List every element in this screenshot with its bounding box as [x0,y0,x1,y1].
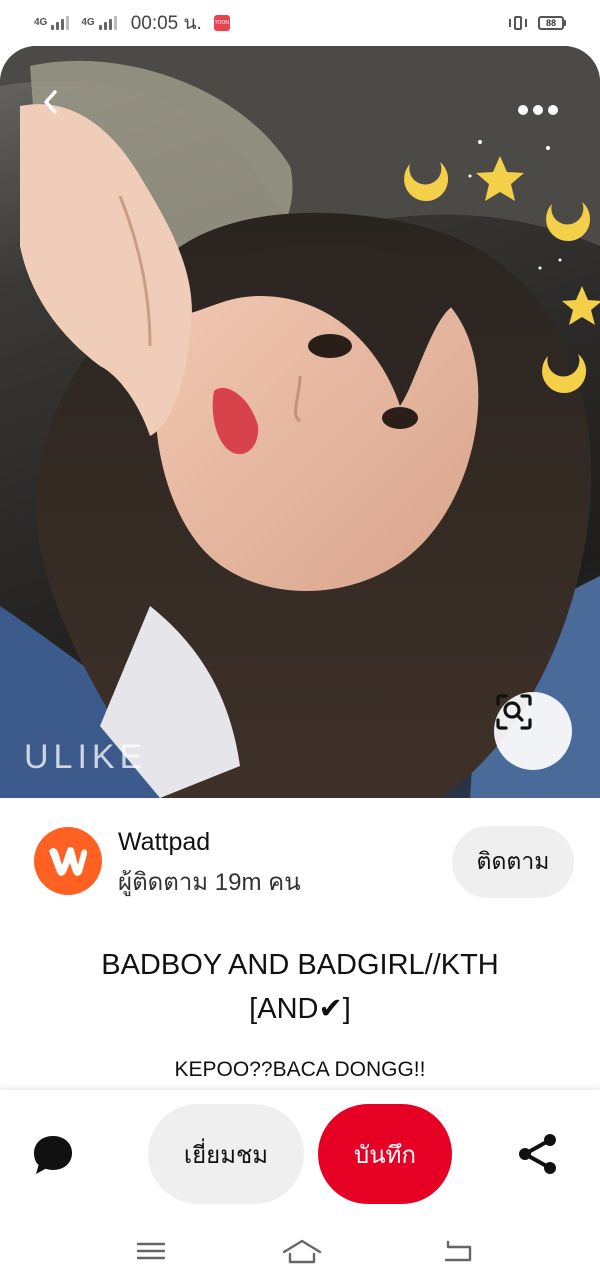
back-icon [444,1240,472,1262]
clock: 00:05 น. [130,13,202,34]
action-bar: เยี่ยมชม บันทึก [0,1090,600,1218]
signal-icon: 4G [34,16,70,30]
battery-icon: 88 [538,16,566,30]
avatar[interactable] [34,827,102,895]
pin-image[interactable]: ULIKE [0,46,600,798]
visual-search-icon [496,694,532,730]
share-button[interactable] [516,1132,560,1176]
creator-row: Wattpad ผู้ติดตาม 19m คน ติดตาม [34,826,574,898]
vibrate-icon [508,15,528,31]
battery-level: 88 [538,16,564,30]
share-icon [519,1134,556,1174]
creator-name[interactable]: Wattpad [118,828,210,857]
follow-button[interactable]: ติดตาม [452,826,574,898]
visual-search-button[interactable] [494,692,572,770]
network-label-1: 4G [34,17,48,28]
pin-description: KEPOO??BACA DONGG!! [174,1058,426,1081]
signal-icon-2: 4G [81,16,117,30]
system-nav-bar [0,1218,600,1287]
webtoon-notification-icon: TOON [213,15,230,31]
wattpad-logo-icon [49,847,88,876]
comment-button[interactable] [30,1132,76,1178]
save-button[interactable]: บันทึก [318,1104,452,1204]
menu-icon [136,1242,166,1260]
more-options-button[interactable] [512,92,564,128]
nav-menu-button[interactable] [134,1236,168,1266]
visit-button[interactable]: เยี่ยมชม [148,1104,304,1204]
pin-detail-screen: 4G 4G 00:05 น. TOON 88 ULIKE Wattpad ผู้… [0,0,600,1287]
pin-photo: ULIKE [0,46,600,798]
nav-home-button[interactable] [282,1236,322,1266]
comment-bubble-icon [34,1136,72,1174]
home-icon [282,1239,322,1264]
chevron-left-icon [44,90,57,114]
watermark-text: ULIKE [24,738,147,776]
status-bar: 4G 4G 00:05 น. TOON 88 [0,0,600,46]
creator-followers: ผู้ติดตาม 19m คน [118,869,301,896]
network-label-2: 4G [81,17,95,28]
back-button[interactable] [40,88,84,132]
pin-title: BADBOY AND BADGIRL//KTH [AND✔] [101,949,499,1025]
more-horizontal-icon [518,105,528,115]
nav-back-button[interactable] [440,1236,474,1266]
